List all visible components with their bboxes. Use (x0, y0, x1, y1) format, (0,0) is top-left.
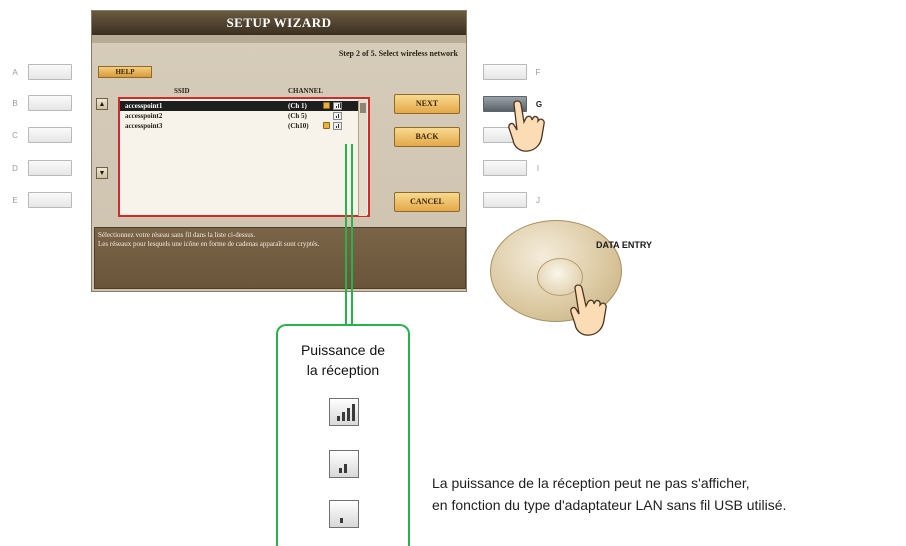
data-entry-label: DATA ENTRY (596, 240, 652, 250)
button-letter-c: C (12, 131, 18, 140)
network-row-3[interactable]: accesspoint3 (Ch10) (120, 121, 358, 131)
network-list[interactable]: accesspoint1 (Ch 1) accesspoint2 (Ch 5) … (118, 97, 370, 217)
button-letter-i: I (536, 164, 540, 173)
panel-button-i[interactable] (483, 160, 527, 176)
help-message: Sélectionnez votre réseau sans fil dans … (94, 227, 466, 289)
button-letter-j: J (536, 196, 540, 205)
panel-button-b[interactable] (28, 95, 72, 111)
channel-column-header: CHANNEL (288, 87, 324, 95)
panel-button-j[interactable] (483, 192, 527, 208)
lock-icon (323, 102, 330, 109)
network-row-1[interactable]: accesspoint1 (Ch 1) (120, 101, 358, 111)
screen-title: SETUP WIZARD (92, 11, 466, 35)
panel-button-d[interactable] (28, 160, 72, 176)
panel-button-c[interactable] (28, 127, 72, 143)
pointing-hand-icon (570, 284, 607, 336)
scroll-thumb[interactable] (360, 103, 366, 113)
reception-note: La puissance de la réception peut ne pas… (432, 475, 787, 513)
pointing-hand-icon (508, 100, 545, 152)
scroll-up-button[interactable]: ▲ (96, 98, 108, 110)
scroll-down-button[interactable]: ▼ (96, 167, 108, 179)
panel-button-e[interactable] (28, 192, 72, 208)
back-button[interactable]: BACK (394, 127, 460, 147)
signal-strength-icon (333, 112, 342, 120)
setup-wizard-screen: SETUP WIZARD Step 2 of 5. Select wireles… (91, 10, 467, 292)
network-row-2[interactable]: accesspoint2 (Ch 5) (120, 111, 358, 121)
signal-weak-icon (329, 500, 359, 528)
ssid-column-header: SSID (174, 87, 190, 95)
cancel-button[interactable]: CANCEL (394, 192, 460, 212)
button-letter-f: F (535, 68, 541, 77)
signal-strong-icon (329, 398, 359, 426)
callout-title: Puissance de la réception (300, 342, 386, 378)
button-letter-b: B (12, 99, 18, 108)
signal-medium-icon (329, 450, 359, 478)
callout-connector (345, 144, 353, 324)
button-letter-e: E (12, 196, 18, 205)
signal-strength-icon (333, 102, 342, 110)
reception-strength-callout: Puissance de la réception (276, 324, 410, 546)
next-button[interactable]: NEXT (394, 94, 460, 114)
lock-icon (323, 122, 330, 129)
help-button[interactable]: HELP (98, 66, 152, 78)
step-indicator: Step 2 of 5. Select wireless network (338, 49, 458, 58)
panel-button-a[interactable] (28, 64, 72, 80)
button-letter-d: D (12, 164, 18, 173)
panel-button-f[interactable] (483, 64, 527, 80)
button-letter-a: A (12, 68, 18, 77)
signal-strength-icon (333, 122, 342, 130)
